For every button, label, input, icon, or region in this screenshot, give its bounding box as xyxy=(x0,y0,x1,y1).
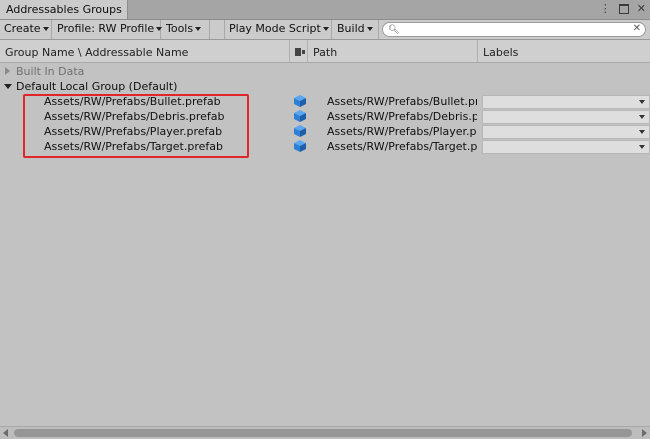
column-type-header[interactable] xyxy=(290,40,308,62)
asset-type-icon xyxy=(295,48,305,56)
chevron-down-icon xyxy=(639,130,645,134)
asset-path: Assets/RW/Prefabs/Player.p xyxy=(327,125,477,138)
chevron-down-icon xyxy=(639,100,645,104)
scroll-right-icon[interactable] xyxy=(642,429,647,437)
prefab-cube-icon xyxy=(294,95,306,107)
horizontal-scrollbar[interactable] xyxy=(0,426,650,439)
clear-search-icon[interactable]: ✕ xyxy=(633,23,641,34)
profile-label: Profile: RW Profile xyxy=(57,22,155,35)
window-tab[interactable]: Addressables Groups xyxy=(0,0,128,19)
play-mode-script-dropdown[interactable]: Play Mode Script xyxy=(224,20,332,39)
tools-dropdown[interactable]: Tools xyxy=(162,20,210,39)
expand-arrow-icon[interactable] xyxy=(5,67,10,75)
labels-dropdown[interactable] xyxy=(482,95,650,109)
chevron-down-icon xyxy=(42,27,49,31)
labels-dropdown[interactable] xyxy=(482,125,650,139)
profile-dropdown[interactable]: Profile: RW Profile xyxy=(53,20,163,39)
asset-path: Assets/RW/Prefabs/Bullet.pr xyxy=(327,95,477,108)
asset-path: Assets/RW/Prefabs/Debris.p xyxy=(327,110,477,123)
more-options-icon[interactable]: ⋮ xyxy=(600,2,611,18)
toolbar: Create Profile: RW Profile Tools Play Mo… xyxy=(0,20,650,40)
labels-dropdown[interactable] xyxy=(482,140,650,154)
highlight-box xyxy=(23,94,249,158)
column-labels-label: Labels xyxy=(483,46,519,59)
group-name: Default Local Group (Default) xyxy=(16,80,178,93)
build-label: Build xyxy=(337,22,365,35)
prefab-cube-icon xyxy=(294,110,306,122)
create-dropdown[interactable]: Create xyxy=(0,20,52,39)
group-name: Built In Data xyxy=(16,65,85,78)
scroll-left-icon[interactable] xyxy=(3,429,8,437)
search-input[interactable]: 🔍︎ ✕ xyxy=(382,22,646,37)
prefab-cube-icon xyxy=(294,125,306,137)
maximize-icon[interactable] xyxy=(618,2,629,18)
create-label: Create xyxy=(4,22,41,35)
column-labels-header[interactable]: Labels xyxy=(478,40,650,62)
chevron-down-icon xyxy=(195,27,202,31)
group-row-built-in-data[interactable]: Built In Data xyxy=(0,64,650,80)
asset-path: Assets/RW/Prefabs/Target.p xyxy=(327,140,477,153)
window-tab-title: Addressables Groups xyxy=(6,3,122,16)
group-row-default-local[interactable]: Default Local Group (Default) xyxy=(0,79,650,95)
chevron-down-icon xyxy=(639,145,645,149)
column-name-header[interactable]: Group Name \ Addressable Name xyxy=(0,40,290,62)
column-path-header[interactable]: Path xyxy=(308,40,478,62)
window-tab-bar: Addressables Groups ⋮ ✕ xyxy=(0,0,650,20)
tools-label: Tools xyxy=(166,22,194,35)
build-dropdown[interactable]: Build xyxy=(333,20,379,39)
chevron-down-icon xyxy=(366,27,373,31)
labels-dropdown[interactable] xyxy=(482,110,650,124)
chevron-down-icon xyxy=(322,27,329,31)
collapse-arrow-icon[interactable] xyxy=(4,84,12,89)
scrollbar-thumb[interactable] xyxy=(14,429,632,437)
prefab-cube-icon xyxy=(294,140,306,152)
chevron-down-icon xyxy=(639,115,645,119)
close-icon[interactable]: ✕ xyxy=(637,2,646,18)
play-mode-label: Play Mode Script xyxy=(229,22,321,35)
column-name-label: Group Name \ Addressable Name xyxy=(5,46,189,59)
search-icon: 🔍︎ xyxy=(388,25,400,35)
column-header: Group Name \ Addressable Name Path Label… xyxy=(0,40,650,63)
window-controls: ⋮ ✕ xyxy=(600,2,646,18)
column-path-label: Path xyxy=(313,46,338,59)
